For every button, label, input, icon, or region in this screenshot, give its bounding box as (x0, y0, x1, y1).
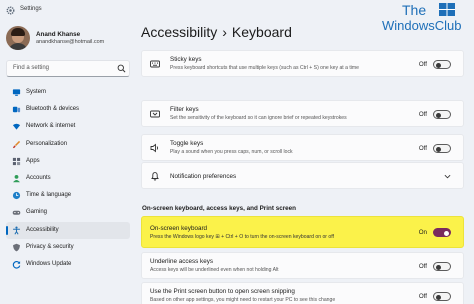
sidebar-item-windows-update[interactable]: Windows Update (6, 256, 130, 273)
keyboard-icon (150, 60, 160, 68)
filter-keyboard-icon (150, 110, 160, 118)
accessibility-icon (13, 226, 20, 235)
apps-icon (12, 157, 21, 165)
filter-keys-toggle[interactable] (433, 110, 451, 119)
breadcrumb-separator: › (222, 24, 227, 40)
watermark-logo-icon (439, 3, 455, 16)
sidebar: Anand Khanse anandkhanse@hotmail.com Fin… (0, 20, 135, 304)
on-screen-keyboard-setting[interactable]: On-screen keyboard Press the Windows log… (141, 216, 464, 248)
update-icon (12, 260, 21, 269)
sidebar-item-label: Privacy & security (26, 243, 74, 250)
sidebar-item-label: System (26, 89, 47, 95)
sidebar-item-label: Personalization (26, 140, 68, 147)
gamepad-icon (12, 211, 21, 216)
sticky-keys-state: Off (418, 61, 427, 68)
underline-access-keys-toggle[interactable] (433, 262, 451, 271)
main-content: Accessibility › Keyboard Sticky keys Press… (138, 20, 474, 304)
sidebar-item-label: Apps (26, 157, 40, 164)
user-email: anandkhanse@hotmail.com (36, 39, 105, 45)
underline-access-keys-setting[interactable]: Underline access keys Access keys will b… (141, 252, 464, 279)
on-screen-keyboard-toggle[interactable] (433, 228, 451, 237)
sticky-keys-toggle[interactable] (433, 60, 451, 69)
filter-keys-title: Filter keys (170, 106, 199, 113)
person-icon (13, 174, 20, 183)
sidebar-item-label: Windows Update (26, 260, 72, 267)
on-screen-keyboard-title: On-screen keyboard (150, 225, 208, 232)
toggle-keys-setting[interactable]: Toggle keys Play a sound when you press … (141, 134, 464, 161)
sidebar-item-gaming[interactable]: Gaming (6, 204, 130, 221)
sidebar-item-label: Accessibility (26, 226, 59, 233)
sidebar-item-label: Time & language (26, 192, 72, 199)
sidebar-item-time-language[interactable]: Time & language (6, 187, 130, 204)
sidebar-item-system[interactable]: System (6, 84, 130, 101)
filter-keys-description: Set the sensitivity of the keyboard so i… (170, 115, 347, 121)
sidebar-item-privacy-security[interactable]: Privacy & security (6, 239, 130, 256)
toggle-keys-state: Off (418, 145, 427, 152)
sticky-keys-description: Press keyboard shortcuts that use multip… (170, 65, 359, 71)
globe-clock-icon (12, 192, 21, 200)
filter-keys-state: Off (418, 111, 427, 118)
sticky-keys-setting[interactable]: Sticky keys Press keyboard shortcuts tha… (141, 50, 464, 77)
sidebar-item-label: Bluetooth & devices (26, 106, 80, 113)
on-screen-keyboard-description: Press the Windows logo key ⊞ + Ctrl + O … (150, 234, 334, 240)
search-placeholder: Find a setting (13, 65, 50, 71)
watermark-line1: The (402, 2, 427, 18)
search-input[interactable]: Find a setting (6, 60, 130, 77)
underline-access-keys-description: Access keys will be underlined even when… (150, 267, 279, 273)
brush-icon (12, 140, 21, 148)
toggle-keys-description: Play a sound when you press caps, num, o… (170, 149, 293, 155)
sidebar-item-label: Accounts (26, 174, 51, 181)
shield-icon (13, 243, 20, 252)
window-title: Settings (20, 6, 42, 12)
print-screen-toggle[interactable] (433, 292, 451, 301)
notification-preferences-title: Notification preferences (170, 173, 237, 180)
sidebar-item-accessibility[interactable]: Accessibility (6, 221, 130, 239)
notification-preferences-setting[interactable]: Notification preferences (141, 162, 464, 189)
sidebar-item-label: Network & internet (26, 123, 76, 130)
sidebar-item-network[interactable]: Network & internet (6, 118, 130, 135)
print-screen-title: Use the Print screen button to open scre… (150, 288, 295, 295)
filter-keys-setting[interactable]: Filter keys Set the sensitivity of the k… (141, 100, 464, 127)
chevron-down-icon[interactable] (444, 173, 451, 180)
page-title: Keyboard (231, 24, 292, 40)
search-icon[interactable] (117, 64, 126, 73)
bluetooth-icon (12, 106, 21, 113)
user-profile[interactable]: Anand Khanse anandkhanse@hotmail.com (6, 26, 131, 56)
on-screen-keyboard-state: On (418, 229, 427, 236)
breadcrumb: Accessibility › Keyboard (141, 24, 292, 40)
user-name: Anand Khanse (36, 31, 81, 38)
sticky-keys-title: Sticky keys (170, 56, 202, 63)
toggle-keys-toggle[interactable] (433, 144, 451, 153)
sidebar-item-personalization[interactable]: Personalization (6, 136, 130, 153)
underline-access-keys-state: Off (418, 263, 427, 270)
print-screen-setting[interactable]: Use the Print screen button to open scre… (141, 282, 464, 304)
monitor-icon (12, 89, 21, 96)
avatar (6, 26, 30, 50)
wifi-icon (12, 124, 21, 131)
print-screen-state: Off (418, 293, 427, 300)
sidebar-item-accounts[interactable]: Accounts (6, 170, 130, 187)
sidebar-item-bluetooth[interactable]: Bluetooth & devices (6, 101, 130, 118)
sidebar-nav: System Bluetooth & devices Network & int… (6, 84, 130, 273)
toggle-keys-title: Toggle keys (170, 140, 204, 147)
breadcrumb-parent[interactable]: Accessibility (141, 24, 217, 40)
bell-icon (151, 172, 159, 181)
sidebar-item-label: Gaming (26, 209, 48, 216)
underline-access-keys-title: Underline access keys (150, 258, 213, 265)
settings-gear-icon (6, 6, 15, 15)
sidebar-item-apps[interactable]: Apps (6, 153, 130, 170)
print-screen-description: Based on other app settings, you might n… (150, 297, 336, 303)
speaker-icon (150, 143, 159, 153)
section-heading: On-screen keyboard, access keys, and Pri… (142, 205, 297, 212)
